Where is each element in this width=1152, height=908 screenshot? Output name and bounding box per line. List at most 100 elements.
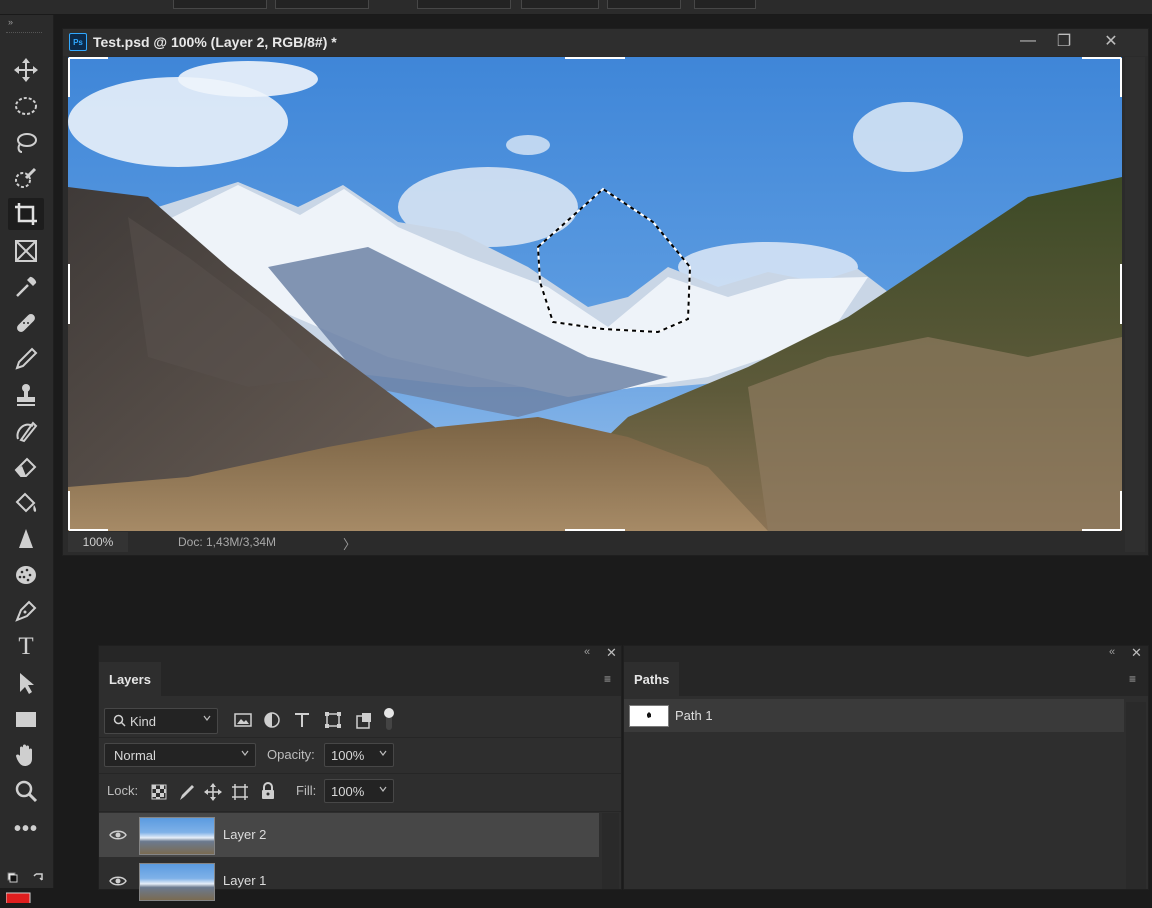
document-title: Test.psd @ 100% (Layer 2, RGB/8#) *: [93, 34, 337, 50]
minimize-icon[interactable]: —: [1016, 31, 1040, 51]
path-row[interactable]: Path 1: [624, 699, 1124, 732]
filter-toggle-icon[interactable]: [382, 706, 396, 732]
pixel-layer-filter-icon[interactable]: [233, 710, 253, 730]
zoom-tool[interactable]: [8, 775, 44, 807]
search-icon: [113, 714, 126, 727]
paint-bucket-tool[interactable]: [8, 487, 44, 519]
rectangle-tool[interactable]: [8, 703, 44, 735]
chevron-down-icon: [241, 750, 249, 756]
tab-layers[interactable]: Layers: [99, 662, 161, 696]
lasso-tool[interactable]: [8, 127, 44, 159]
lock-image-pixels-icon[interactable]: [177, 782, 197, 802]
sharpen-tool[interactable]: [8, 523, 44, 555]
tools-panel: » T •••: [0, 15, 54, 906]
tab-paths[interactable]: Paths: [624, 662, 680, 696]
panel-grip[interactable]: [6, 32, 42, 36]
panel-menu-icon[interactable]: ≡: [604, 672, 611, 686]
eraser-tool[interactable]: [8, 451, 44, 483]
filter-kind-label: Kind: [130, 713, 157, 729]
hand-tool[interactable]: [8, 739, 44, 771]
clone-stamp-tool[interactable]: [8, 379, 44, 411]
photoshop-icon: Ps: [69, 33, 87, 51]
image-canvas[interactable]: [68, 57, 1122, 531]
zoom-level[interactable]: 100%: [68, 532, 128, 552]
options-field[interactable]: [694, 0, 756, 9]
status-bar: 100% Doc: 1,43M/3,34M 〉: [68, 532, 1122, 552]
pen-tool[interactable]: [8, 595, 44, 627]
sharpen-icon: [19, 529, 33, 548]
fill-value: 100%: [331, 783, 365, 799]
close-icon[interactable]: ✕: [1099, 31, 1123, 51]
layer-filter-select[interactable]: Kind: [104, 708, 218, 734]
row-divider: [99, 773, 621, 774]
stamp-icon: [17, 384, 35, 406]
visibility-eye-icon[interactable]: [109, 872, 127, 890]
doc-size-info: Doc: 1,43M/3,34M: [178, 535, 277, 549]
collapse-panel-icon[interactable]: «: [1109, 646, 1115, 658]
eyedropper-tool[interactable]: [8, 271, 44, 303]
sponge-tool[interactable]: [8, 559, 44, 591]
vertical-scrollbar[interactable]: [1125, 57, 1145, 552]
options-field[interactable]: [275, 0, 369, 9]
collapse-panel-icon[interactable]: «: [584, 646, 590, 658]
layers-panel: « ✕ Layers ≡ Kind Normal Opacity: 100% L…: [98, 645, 622, 901]
move-tool[interactable]: [8, 54, 44, 86]
panel-collapse-icon[interactable]: »: [8, 17, 13, 27]
path-selection-tool[interactable]: [8, 667, 44, 699]
type-icon: T: [18, 633, 34, 660]
elliptical-marquee-tool[interactable]: [8, 90, 44, 122]
type-layer-filter-icon[interactable]: [292, 710, 312, 730]
crop-tool[interactable]: [8, 198, 44, 230]
layer-row[interactable]: Layer 1: [99, 859, 599, 903]
swap-colors-icon[interactable]: [33, 873, 43, 881]
quick-selection-tool[interactable]: [8, 162, 44, 194]
foreground-color-swatch[interactable]: [5, 892, 31, 906]
layer-thumbnail: [139, 863, 215, 901]
frame-tool[interactable]: [8, 235, 44, 267]
blend-mode-select[interactable]: Normal: [104, 743, 256, 767]
close-panel-icon[interactable]: ✕: [606, 645, 617, 661]
brush-icon: [15, 347, 38, 370]
bandage-icon: [17, 314, 35, 332]
lock-all-icon[interactable]: [258, 781, 278, 801]
options-field[interactable]: [417, 0, 511, 9]
status-menu-arrow[interactable]: 〉: [343, 534, 356, 553]
panel-menu-icon[interactable]: ≡: [1129, 672, 1136, 686]
default-colors-icon[interactable]: [7, 872, 18, 883]
lock-artboard-icon[interactable]: [230, 782, 250, 802]
smart-object-filter-icon[interactable]: [354, 710, 374, 730]
layers-scrollbar[interactable]: [602, 813, 619, 889]
history-brush-tool[interactable]: [8, 415, 44, 447]
fill-input[interactable]: 100%: [324, 779, 394, 803]
blend-mode-value: Normal: [114, 747, 156, 763]
path-name: Path 1: [675, 708, 713, 723]
lock-transparent-pixels-icon[interactable]: [149, 782, 169, 802]
options-bar: [0, 0, 1152, 15]
lock-position-icon[interactable]: [203, 782, 223, 802]
opacity-input[interactable]: 100%: [324, 743, 394, 767]
shape-layer-filter-icon[interactable]: [323, 710, 343, 730]
adjustment-layer-filter-icon[interactable]: [262, 710, 282, 730]
maximize-icon[interactable]: ❐: [1052, 31, 1076, 51]
options-field[interactable]: [607, 0, 681, 9]
row-divider: [99, 811, 621, 812]
brush-tool[interactable]: [8, 343, 44, 375]
panel-tabs: Layers ≡: [99, 662, 621, 696]
eraser-icon: [14, 457, 37, 477]
fill-label: Fill:: [296, 783, 317, 798]
crop-icon: [15, 203, 37, 225]
document-tab[interactable]: Ps Test.psd @ 100% (Layer 2, RGB/8#) * —…: [63, 29, 1148, 56]
mountain-photo: [68, 57, 1122, 531]
options-field[interactable]: [173, 0, 267, 9]
options-field[interactable]: [521, 0, 599, 9]
layer-row[interactable]: Layer 2: [99, 813, 599, 857]
panel-tabs: Paths ≡: [624, 662, 1148, 696]
panel-header: « ✕: [99, 645, 621, 662]
type-tool[interactable]: T: [8, 631, 44, 663]
healing-brush-tool[interactable]: [8, 307, 44, 339]
visibility-eye-icon[interactable]: [109, 826, 127, 844]
paths-scrollbar[interactable]: [1126, 702, 1146, 889]
close-panel-icon[interactable]: ✕: [1131, 645, 1142, 661]
more-tools[interactable]: •••: [8, 813, 44, 845]
color-swatches[interactable]: [5, 871, 48, 906]
